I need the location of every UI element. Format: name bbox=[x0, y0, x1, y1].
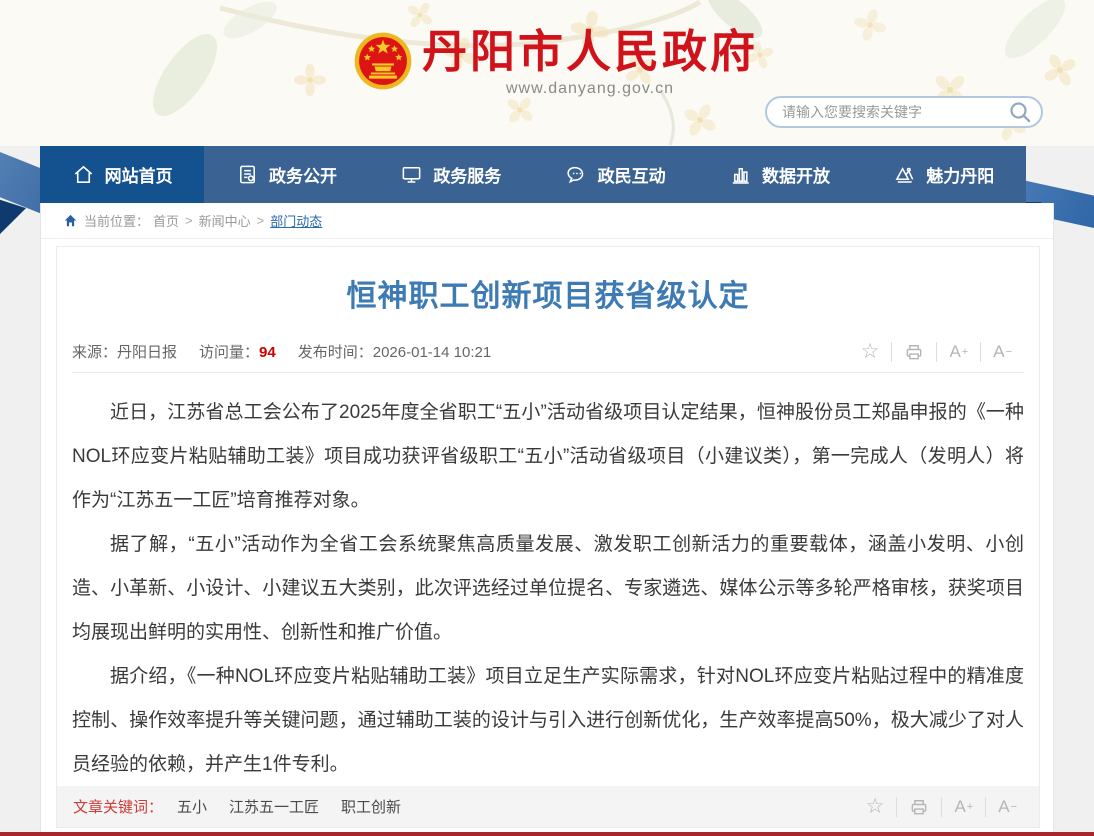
nav-item-public-interaction[interactable]: 政民互动 bbox=[533, 146, 697, 203]
article-card: 恒神职工创新项目获省级认定 来源：丹阳日报 访问量：94 发布时间：2026-0… bbox=[56, 246, 1040, 828]
font-decrease-button[interactable]: A− bbox=[985, 797, 1029, 817]
nav-item-charming-danyang[interactable]: 魅力丹阳 bbox=[862, 146, 1026, 203]
printer-icon bbox=[909, 797, 929, 817]
nav-item-label: 政务服务 bbox=[433, 162, 501, 187]
font-increase-button[interactable]: A+ bbox=[941, 797, 985, 817]
chat-icon bbox=[565, 163, 588, 186]
main-nav: 网站首页 政务公开 政务服务 政民互动 数据开放 bbox=[40, 146, 1026, 203]
national-emblem-icon bbox=[354, 32, 412, 90]
article-meta: 来源：丹阳日报 访问量：94 发布时间：2026-01-14 10:21 bbox=[72, 341, 507, 362]
views-count: 94 bbox=[259, 344, 276, 361]
keyword-link[interactable]: 江苏五一工匠 bbox=[229, 796, 319, 817]
search-icon bbox=[1008, 100, 1032, 124]
article-paragraph: 据了解，“五小”活动作为全省工会系统聚焦高质量发展、激发职工创新活力的重要载体，… bbox=[72, 523, 1024, 655]
print-button[interactable] bbox=[896, 797, 941, 817]
nav-item-label: 政民互动 bbox=[598, 162, 666, 187]
breadcrumb-separator: > bbox=[185, 213, 193, 228]
meta-publish-time: 发布时间：2026-01-14 10:21 bbox=[298, 341, 491, 362]
content-wrapper: 当前位置： 首页 > 新闻中心 > 部门动态 恒神职工创新项目获省级认定 来源：… bbox=[40, 203, 1054, 832]
search-input[interactable] bbox=[782, 104, 1007, 120]
breadcrumb-current[interactable]: 部门动态 bbox=[270, 211, 322, 230]
article-title: 恒神职工创新项目获省级认定 bbox=[57, 271, 1039, 315]
footer-top-border bbox=[0, 832, 1094, 836]
document-icon bbox=[236, 163, 259, 186]
nav-item-label: 魅力丹阳 bbox=[926, 162, 994, 187]
nav-item-label: 网站首页 bbox=[105, 162, 173, 187]
nav-item-label: 数据开放 bbox=[762, 162, 830, 187]
site-header: 丹阳市人民政府 www.danyang.gov.cn bbox=[0, 0, 1094, 146]
meta-source: 来源：丹阳日报 bbox=[72, 341, 177, 362]
breadcrumb-home-icon bbox=[64, 214, 77, 227]
article-toolbar-top: ☆ A+ A− bbox=[849, 342, 1024, 362]
breadcrumb-link-news-center[interactable]: 新闻中心 bbox=[199, 211, 251, 230]
home-icon bbox=[72, 163, 95, 186]
breadcrumb: 当前位置： 首页 > 新闻中心 > 部门动态 bbox=[41, 203, 1053, 239]
monitor-icon bbox=[400, 163, 423, 186]
print-button[interactable] bbox=[891, 342, 936, 362]
keyword-link[interactable]: 职工创新 bbox=[341, 796, 401, 817]
site-title: 丹阳市人民政府 bbox=[422, 26, 758, 78]
nav-item-gov-services[interactable]: 政务服务 bbox=[369, 146, 533, 203]
site-logo[interactable]: 丹阳市人民政府 www.danyang.gov.cn bbox=[354, 26, 758, 98]
bar-chart-icon bbox=[729, 163, 752, 186]
star-icon: ☆ bbox=[866, 797, 885, 817]
breadcrumb-separator: > bbox=[257, 213, 265, 228]
article-paragraph: 近日，江苏省总工会公布了2025年度全省职工“五小”活动省级项目认定结果，恒神股… bbox=[72, 391, 1024, 523]
page: 丹阳市人民政府 www.danyang.gov.cn 网站首页 bbox=[0, 0, 1094, 836]
search-button[interactable] bbox=[1007, 99, 1033, 125]
meta-views: 访问量：94 bbox=[199, 341, 276, 362]
star-icon: ☆ bbox=[861, 342, 880, 362]
favorite-button[interactable]: ☆ bbox=[849, 342, 892, 362]
font-increase-button[interactable]: A+ bbox=[936, 342, 980, 362]
keywords-band: 文章关键词： 五小 江苏五一工匠 职工创新 ☆ A+ A− bbox=[57, 786, 1039, 827]
site-url: www.danyang.gov.cn bbox=[422, 80, 758, 98]
article-paragraph: 据介绍，《一种NOL环应变片粘贴辅助工装》项目立足生产实际需求，针对NOL环应变… bbox=[72, 655, 1024, 787]
favorite-button[interactable]: ☆ bbox=[854, 797, 897, 817]
nav-item-gov-info[interactable]: 政务公开 bbox=[204, 146, 368, 203]
breadcrumb-link-home[interactable]: 首页 bbox=[153, 211, 179, 230]
keywords-label: 文章关键词： bbox=[73, 796, 163, 817]
nav-item-label: 政务公开 bbox=[269, 162, 337, 187]
scenery-icon bbox=[893, 163, 916, 186]
article-toolbar-bottom: ☆ A+ A− bbox=[854, 797, 1029, 817]
breadcrumb-label: 当前位置： bbox=[84, 211, 149, 230]
nav-item-home[interactable]: 网站首页 bbox=[40, 146, 204, 203]
keyword-link[interactable]: 五小 bbox=[177, 796, 207, 817]
search-box bbox=[765, 96, 1043, 128]
nav-item-open-data[interactable]: 数据开放 bbox=[697, 146, 861, 203]
article-body: 近日，江苏省总工会公布了2025年度全省职工“五小”活动省级项目认定结果，恒神股… bbox=[57, 373, 1039, 787]
article-meta-row: 来源：丹阳日报 访问量：94 发布时间：2026-01-14 10:21 ☆ A… bbox=[72, 331, 1024, 373]
font-decrease-button[interactable]: A− bbox=[980, 342, 1024, 362]
printer-icon bbox=[904, 342, 924, 362]
